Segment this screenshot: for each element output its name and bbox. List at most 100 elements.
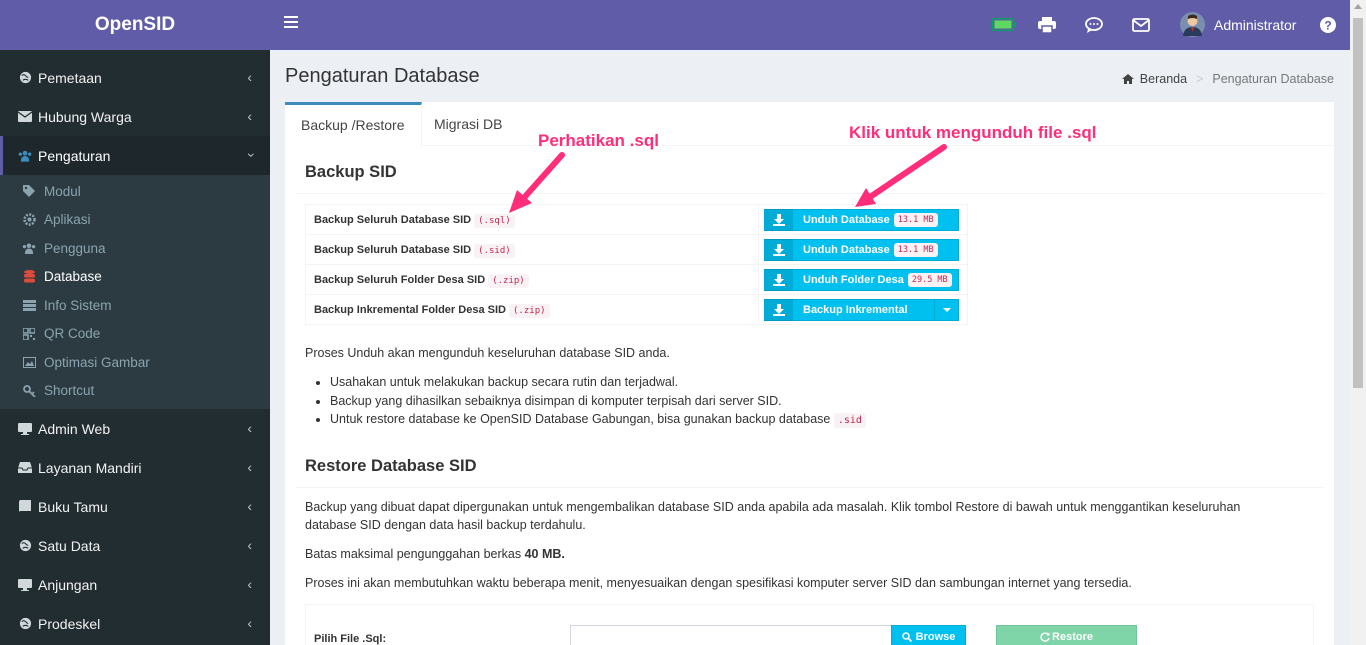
key-icon xyxy=(22,384,36,398)
book-icon xyxy=(18,500,32,514)
pengaturan-submenu: Modul Aplikasi Pengguna Database Info Si… xyxy=(0,175,270,409)
sidebar-subitem-database[interactable]: Database xyxy=(0,263,270,292)
chevron-left-icon: ‹ xyxy=(247,420,252,436)
inbox-icon xyxy=(18,461,32,475)
sidebar-item-label: Prodeskel xyxy=(38,615,101,632)
button-label: Browse xyxy=(915,631,956,643)
restore-desc-line1: Backup yang dibuat dapat dipergunakan un… xyxy=(305,500,1241,514)
restore-description: Backup yang dibuat dapat dipergunakan un… xyxy=(305,498,1305,534)
file-ext-code: (.zip) xyxy=(488,273,529,288)
sidebar-subitem-label: Aplikasi xyxy=(44,212,91,228)
chevron-left-icon: ‹ xyxy=(247,615,252,631)
globe-icon xyxy=(18,71,32,85)
table-cell: Backup Seluruh Database SID (.sid) xyxy=(305,234,759,265)
sidebar-subitem-pengguna[interactable]: Pengguna xyxy=(0,234,270,263)
download-icon xyxy=(765,268,793,291)
mail-icon[interactable] xyxy=(1132,18,1150,35)
sidebar-subitem-optimasi-gambar[interactable]: Optimasi Gambar xyxy=(0,348,270,377)
list-item: Usahakan untuk melakukan backup secara r… xyxy=(330,373,866,392)
restore-time-note: Proses ini akan membutuhkan waktu bebera… xyxy=(305,576,1132,590)
sidebar-item-hubung-warga[interactable]: Hubung Warga ‹ xyxy=(0,97,270,136)
sidebar-subitem-aplikasi[interactable]: Aplikasi xyxy=(0,206,270,235)
chevron-left-icon: ‹ xyxy=(247,69,252,85)
desktop-icon xyxy=(18,422,32,436)
chevron-left-icon: ‹ xyxy=(247,498,252,514)
sidebar-item-prodeskel[interactable]: Prodeskel ‹ xyxy=(0,604,270,643)
list-item: Backup yang dihasilkan sebaiknya disimpa… xyxy=(330,392,866,411)
download-database-sql-button[interactable]: Unduh Database 13.1 MB xyxy=(764,208,959,231)
sidebar-item-label: Pengaturan xyxy=(38,147,111,164)
chat-icon[interactable] xyxy=(1085,17,1103,36)
svg-text:?: ? xyxy=(1324,19,1331,33)
sidebar-item-pemetaan[interactable]: Pemetaan ‹ xyxy=(0,58,270,97)
battery-icon[interactable] xyxy=(991,17,1016,34)
sidebar-item-admin-web[interactable]: Admin Web ‹ xyxy=(0,409,270,448)
menu-toggle-icon[interactable] xyxy=(284,16,298,28)
restore-form: Pilih File .Sql: Browse Restore xyxy=(305,604,1314,645)
button-label: Unduh Database xyxy=(803,213,890,226)
restore-section-title: Restore Database SID xyxy=(305,457,477,475)
backup-tips-list: Usahakan untuk melakukan backup secara r… xyxy=(330,373,866,431)
breadcrumb-current: Pengaturan Database xyxy=(1212,72,1334,86)
backup-table: Backup Seluruh Database SID (.sql) Unduh… xyxy=(305,204,968,325)
print-icon[interactable] xyxy=(1038,17,1056,36)
help-icon[interactable]: ? xyxy=(1320,17,1336,36)
sidebar: OpenSID Pemetaan ‹ Hubung Warga ‹ Pengat… xyxy=(0,0,270,645)
table-row: Backup Seluruh Database SID (.sql) Unduh… xyxy=(305,204,968,235)
sid-code: .sid xyxy=(833,413,866,429)
sidebar-item-layanan-mandiri[interactable]: Layanan Mandiri ‹ xyxy=(0,448,270,487)
sidebar-item-label: Layanan Mandiri xyxy=(38,459,142,476)
users-icon xyxy=(18,149,32,163)
tab-backup-restore[interactable]: Backup /Restore xyxy=(285,102,422,147)
sidebar-item-label: Admin Web xyxy=(38,420,111,437)
sidebar-item-pengaturan[interactable]: Pengaturan ‹ xyxy=(0,136,270,175)
size-badge: 13.1 MB xyxy=(893,212,938,227)
sidebar-item-buku-tamu[interactable]: Buku Tamu ‹ xyxy=(0,487,270,526)
app-logo[interactable]: OpenSID xyxy=(0,0,270,50)
file-path-input[interactable] xyxy=(570,625,892,645)
download-icon xyxy=(765,298,793,321)
download-icon xyxy=(765,238,793,261)
size-badge: 29.5 MB xyxy=(907,272,952,287)
sidebar-item-label: Hubung Warga xyxy=(38,108,132,125)
sidebar-subitem-shortcut[interactable]: Shortcut xyxy=(0,377,270,406)
scroll-up-arrow-icon[interactable] xyxy=(1354,4,1362,9)
sidebar-subitem-label: Shortcut xyxy=(44,383,95,399)
restore-desc-line2: database SID dengan data hasil backup te… xyxy=(305,518,586,532)
tab-migrasi-db[interactable]: Migrasi DB xyxy=(418,102,518,146)
top-navbar: Administrator ? xyxy=(270,0,1350,50)
sidebar-item-label: Buku Tamu xyxy=(38,498,108,515)
download-folder-desa-button[interactable]: Unduh Folder Desa 29.5 MB xyxy=(764,268,959,291)
chevron-down-icon: ‹ xyxy=(241,152,258,158)
annotation-right-label: Klik untuk mengunduh file .sql xyxy=(849,123,1097,142)
sidebar-subitem-modul[interactable]: Modul xyxy=(0,177,270,206)
user-name[interactable]: Administrator xyxy=(1214,17,1296,33)
breadcrumb-home[interactable]: Beranda xyxy=(1140,72,1187,86)
cog-icon xyxy=(22,213,36,227)
button-label: Unduh Folder Desa xyxy=(803,273,904,286)
backup-inkremental-button[interactable]: Backup Inkremental xyxy=(764,298,959,321)
sidebar-subitem-qr-code[interactable]: QR Code xyxy=(0,320,270,349)
list-item: Untuk restore database ke OpenSID Databa… xyxy=(330,410,866,431)
limit-prefix: Batas maksimal pengunggahan berkas xyxy=(305,547,522,561)
backup-row-label: Backup Inkremental Folder Desa SID xyxy=(314,303,506,316)
database-icon xyxy=(22,270,36,284)
sidebar-item-anjungan[interactable]: Anjungan ‹ xyxy=(0,565,270,604)
browse-button[interactable]: Browse xyxy=(891,625,966,645)
avatar[interactable] xyxy=(1180,12,1205,40)
table-cell: Backup Inkremental Folder Desa SID (.zip… xyxy=(305,294,759,325)
download-database-sid-button[interactable]: Unduh Database 13.1 MB xyxy=(764,238,959,261)
backup-intro-text: Proses Unduh akan mengunduh keseluruhan … xyxy=(305,346,670,360)
divider xyxy=(295,487,1324,488)
file-label: Pilih File .Sql: xyxy=(314,633,387,645)
dropdown-toggle[interactable] xyxy=(934,299,958,320)
page-title: Pengaturan Database xyxy=(285,65,480,87)
scrollbar-thumb[interactable] xyxy=(1353,18,1363,388)
table-row: Backup Seluruh Database SID (.sid) Unduh… xyxy=(305,234,968,265)
restore-button[interactable]: Restore xyxy=(996,625,1137,645)
sidebar-item-satu-data[interactable]: Satu Data ‹ xyxy=(0,526,270,565)
sidebar-subitem-info-sistem[interactable]: Info Sistem xyxy=(0,291,270,320)
table-cell: Unduh Folder Desa 29.5 MB xyxy=(758,264,968,295)
page-scrollbar[interactable] xyxy=(1350,0,1366,645)
sidebar-subitem-label: Info Sistem xyxy=(44,297,112,313)
